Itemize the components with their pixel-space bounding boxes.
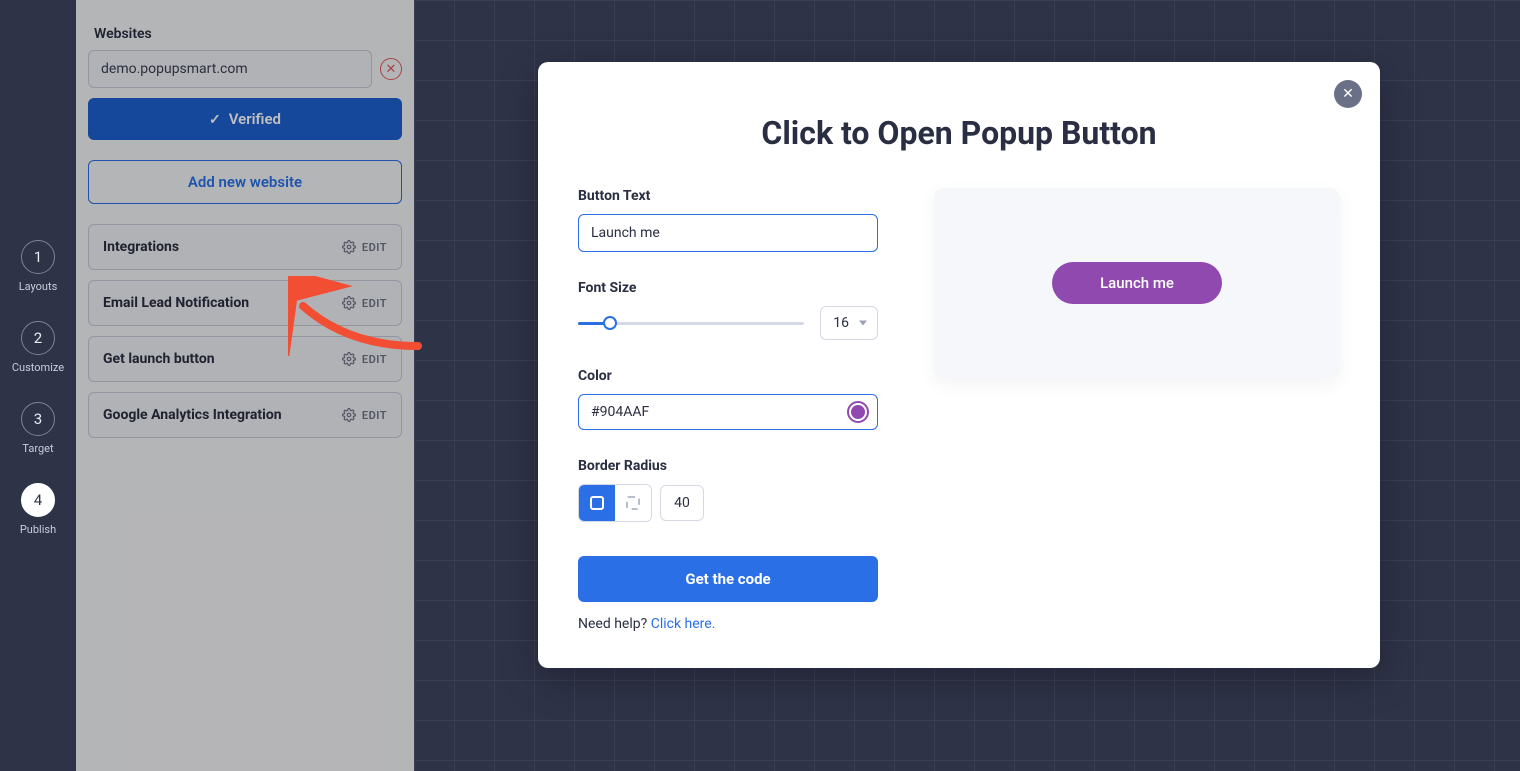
step-label: Target xyxy=(22,442,53,455)
card-edit: EDIT xyxy=(342,408,387,422)
font-size-slider[interactable] xyxy=(578,322,804,325)
font-size-label: Font Size xyxy=(578,280,878,296)
gear-icon xyxy=(342,240,356,254)
launch-button-modal: ✕ Click to Open Popup Button Button Text… xyxy=(538,62,1380,668)
border-radius-toggle xyxy=(578,484,652,522)
close-modal-button[interactable]: ✕ xyxy=(1334,80,1362,108)
step-target[interactable]: 3 Target xyxy=(21,402,55,455)
card-email-lead-notification[interactable]: Email Lead Notification EDIT xyxy=(88,280,402,326)
gear-icon xyxy=(342,352,356,366)
websites-heading: Websites xyxy=(94,26,396,42)
color-hex-input[interactable] xyxy=(591,404,847,420)
close-icon: ✕ xyxy=(386,63,397,76)
step-number: 3 xyxy=(21,402,55,436)
step-publish[interactable]: 4 Publish xyxy=(20,483,56,536)
website-domain-field[interactable]: demo.popupsmart.com xyxy=(88,50,372,88)
border-radius-input[interactable] xyxy=(660,485,704,521)
button-text-input[interactable] xyxy=(578,214,878,252)
gear-icon xyxy=(342,408,356,422)
color-swatch-icon[interactable] xyxy=(847,401,869,423)
card-edit: EDIT xyxy=(342,296,387,310)
step-label: Layouts xyxy=(19,280,58,293)
publish-panel: Websites demo.popupsmart.com ✕ Verified … xyxy=(76,0,414,771)
radius-dashed-option[interactable] xyxy=(615,485,651,521)
close-icon: ✕ xyxy=(1342,86,1354,102)
check-icon xyxy=(209,110,221,128)
card-title: Integrations xyxy=(103,239,179,255)
step-label: Customize xyxy=(12,361,64,374)
get-code-button[interactable]: Get the code xyxy=(578,556,878,602)
help-row: Need help? Click here. xyxy=(578,616,878,632)
modal-title: Click to Open Popup Button xyxy=(578,114,1340,152)
button-text-label: Button Text xyxy=(578,188,878,204)
verified-label: Verified xyxy=(229,110,281,128)
verified-button[interactable]: Verified xyxy=(88,98,402,140)
font-size-select[interactable]: 16 xyxy=(820,306,878,340)
radius-solid-option[interactable] xyxy=(579,485,615,521)
preview-launch-button[interactable]: Launch me xyxy=(1052,262,1222,304)
step-customize[interactable]: 2 Customize xyxy=(12,321,64,374)
remove-website-button[interactable]: ✕ xyxy=(380,58,402,80)
step-label: Publish xyxy=(20,523,56,536)
canvas: ✕ Click to Open Popup Button Button Text… xyxy=(414,0,1520,771)
step-number: 1 xyxy=(21,240,55,274)
step-rail: 1 Layouts 2 Customize 3 Target 4 Publish xyxy=(0,0,76,771)
card-title: Get launch button xyxy=(103,351,215,367)
help-text: Need help? xyxy=(578,616,651,632)
color-input-row[interactable] xyxy=(578,394,878,430)
card-title: Google Analytics Integration xyxy=(103,407,282,423)
border-radius-label: Border Radius xyxy=(578,458,878,474)
gear-icon xyxy=(342,296,356,310)
step-number: 2 xyxy=(21,321,55,355)
color-label: Color xyxy=(578,368,878,384)
card-edit: EDIT xyxy=(342,240,387,254)
card-edit: EDIT xyxy=(342,352,387,366)
card-title: Email Lead Notification xyxy=(103,295,249,311)
card-google-analytics-integration[interactable]: Google Analytics Integration EDIT xyxy=(88,392,402,438)
step-layouts[interactable]: 1 Layouts xyxy=(19,240,58,293)
card-get-launch-button[interactable]: Get launch button EDIT xyxy=(88,336,402,382)
website-row: demo.popupsmart.com ✕ xyxy=(88,50,402,88)
slider-thumb-icon[interactable] xyxy=(603,316,617,330)
preview-card: Launch me xyxy=(934,188,1340,378)
help-link[interactable]: Click here. xyxy=(651,616,716,632)
card-integrations[interactable]: Integrations EDIT xyxy=(88,224,402,270)
step-number: 4 xyxy=(21,483,55,517)
add-website-button[interactable]: Add new website xyxy=(88,160,402,204)
